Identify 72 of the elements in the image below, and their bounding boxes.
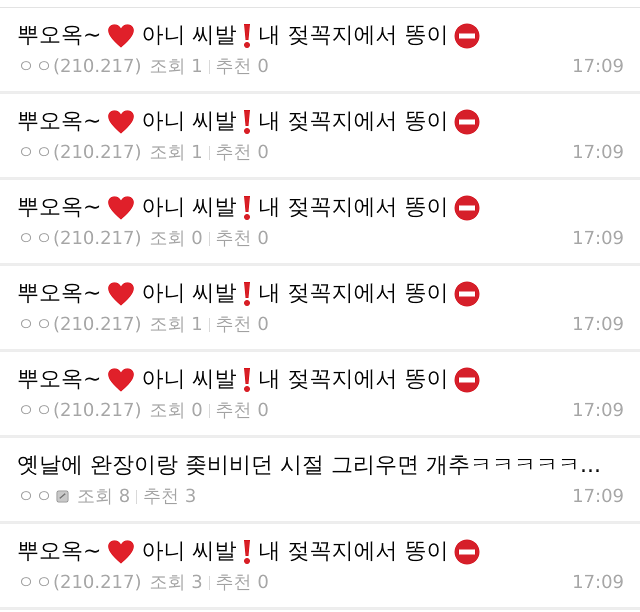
exclamation-icon — [242, 280, 252, 306]
no-entry-icon — [454, 108, 480, 134]
post-time: 17:09 — [572, 140, 624, 164]
post-title[interactable]: 내 젖꼭지에서 똥이 — [258, 536, 448, 566]
no-entry-icon — [454, 538, 480, 564]
post-title[interactable]: 옛날에 완장이랑 좆비비던 시절 그리우면 개추ㅋㅋㅋㅋㅋ... — [17, 450, 601, 480]
exclamation-icon — [242, 538, 252, 564]
no-entry-icon — [454, 194, 480, 220]
post-title[interactable]: 뿌오옥~ — [17, 536, 102, 566]
post-time: 17:09 — [572, 570, 624, 594]
post-row[interactable]: 옛날에 완장이랑 좆비비던 시절 그리우면 개추ㅋㅋㅋㅋㅋ... ㅇㅇ 조회 8 추천 3 17:09 — [0, 438, 640, 524]
like-count: 추천 0 — [216, 54, 269, 78]
post-title[interactable]: 아니 씨발 — [141, 364, 236, 394]
like-count: 추천 0 — [216, 312, 269, 336]
author-name: ㅇㅇ(210.217) — [17, 312, 142, 336]
no-entry-icon — [454, 366, 480, 392]
heart-icon — [107, 538, 136, 564]
post-title[interactable]: 내 젖꼭지에서 똥이 — [258, 364, 448, 394]
post-title[interactable]: 아니 씨발 — [141, 20, 236, 50]
post-time: 17:09 — [572, 226, 624, 250]
author-name: ㅇㅇ(210.217) — [17, 570, 142, 594]
view-count: 조회 8 — [77, 484, 130, 508]
no-entry-icon — [454, 22, 480, 48]
post-row[interactable]: 뿌오옥~ 아니 씨발 내 젖꼭지에서 똥이 ㅇㅇ(210.217) 조회 0 추천 0 17:09 — [0, 352, 640, 438]
post-title[interactable]: 아니 씨발 — [141, 106, 236, 136]
post-time: 17:09 — [572, 398, 624, 422]
post-title[interactable]: 뿌오옥~ — [17, 192, 102, 222]
post-row[interactable]: 뿌오옥~ 아니 씨발 내 젖꼭지에서 똥이 ㅇㅇ(210.217) 조회 1 추천 0 17:09 — [0, 94, 640, 180]
like-count: 추천 0 — [216, 140, 269, 164]
post-title[interactable]: 뿌오옥~ — [17, 278, 102, 308]
exclamation-icon — [242, 108, 252, 134]
view-count: 조회 1 — [149, 54, 203, 78]
view-count: 조회 3 — [149, 570, 203, 594]
author-name: ㅇㅇ(210.217) — [17, 398, 142, 422]
like-count: 추천 0 — [216, 226, 269, 250]
post-title[interactable]: 뿌오옥~ — [17, 106, 102, 136]
post-title[interactable]: 내 젖꼭지에서 똥이 — [258, 20, 448, 50]
post-title[interactable]: 뿌오옥~ — [17, 20, 102, 50]
view-count: 조회 1 — [149, 312, 203, 336]
view-count: 조회 1 — [149, 140, 203, 164]
like-count: 추천 3 — [143, 484, 196, 508]
post-title[interactable]: 아니 씨발 — [141, 278, 236, 308]
heart-icon — [107, 22, 136, 48]
post-title[interactable]: 내 젖꼭지에서 똥이 — [258, 106, 448, 136]
view-count: 조회 0 — [149, 398, 203, 422]
like-count: 추천 0 — [216, 570, 269, 594]
post-title[interactable]: 아니 씨발 — [141, 536, 236, 566]
author-name: ㅇㅇ(210.217) — [17, 54, 142, 78]
no-entry-icon — [454, 280, 480, 306]
post-title[interactable]: 아니 씨발 — [141, 192, 236, 222]
post-row[interactable]: 뿌오옥~ 아니 씨발 내 젖꼭지에서 똥이 ㅇㅇ(210.217) 조회 1 추천 0 17:09 — [0, 8, 640, 94]
like-count: 추천 0 — [216, 398, 269, 422]
post-row[interactable]: 뿌오옥~ 아니 씨발 내 젖꼭지에서 똥이 ㅇㅇ(210.217) 조회 0 추천 0 17:09 — [0, 180, 640, 266]
heart-icon — [107, 108, 136, 134]
post-time: 17:09 — [572, 484, 624, 508]
post-row[interactable]: 뿌오옥~ 아니 씨발 내 젖꼭지에서 똥이 ㅇㅇ(210.217) 조회 3 추천 0 17:09 — [0, 524, 640, 610]
post-title[interactable]: 내 젖꼭지에서 똥이 — [258, 192, 448, 222]
post-title[interactable]: 내 젖꼭지에서 똥이 — [258, 278, 448, 308]
post-time: 17:09 — [572, 312, 624, 336]
author-name: ㅇㅇ(210.217) — [17, 226, 142, 250]
heart-icon — [107, 194, 136, 220]
heart-icon — [107, 280, 136, 306]
author-name: ㅇㅇ(210.217) — [17, 140, 142, 164]
view-count: 조회 0 — [149, 226, 203, 250]
exclamation-icon — [242, 22, 252, 48]
post-time: 17:09 — [572, 54, 624, 78]
post-title[interactable]: 뿌오옥~ — [17, 364, 102, 394]
post-row[interactable]: 뿌오옥~ 아니 씨발 내 젖꼭지에서 똥이 ㅇㅇ(210.217) 조회 1 추천 0 17:09 — [0, 266, 640, 352]
exclamation-icon — [242, 366, 252, 392]
author-name: ㅇㅇ — [17, 484, 53, 508]
exclamation-icon — [242, 194, 252, 220]
heart-icon — [107, 366, 136, 392]
